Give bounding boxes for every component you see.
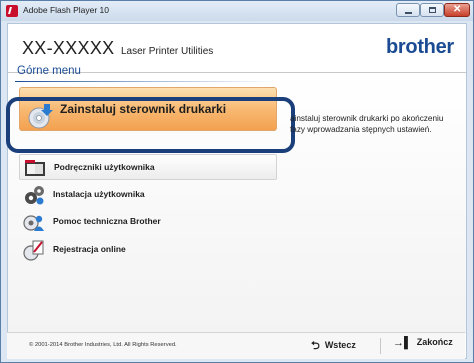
menu-item-manuals[interactable]: Podręczniki użytkownika <box>19 154 277 180</box>
gears-icon <box>25 186 44 205</box>
maximize-button[interactable] <box>420 3 444 17</box>
window-title: Adobe Flash Player 10 <box>23 5 109 15</box>
minimize-button[interactable] <box>396 3 420 17</box>
back-label: Wstecz <box>324 340 356 350</box>
back-arrow-icon: ⮌ <box>311 340 320 352</box>
app-window: Adobe Flash Player 10 XX-XXXXX Laser Pri… <box>0 0 474 363</box>
disc-install-icon <box>28 104 53 129</box>
footer-divider <box>380 338 381 354</box>
menu-item-label: Instalacja użytkownika <box>53 189 145 199</box>
footer: © 2001-2014 Brother Industries, Ltd. All… <box>7 332 465 359</box>
menu-item-user-install[interactable]: Instalacja użytkownika <box>19 182 277 208</box>
exit-label: Zakończ <box>416 337 453 347</box>
exit-door-icon: →▌ <box>393 337 412 349</box>
close-button[interactable] <box>444 3 470 17</box>
menu-title: Górne menu <box>17 65 81 77</box>
flash-app-icon <box>6 5 18 17</box>
brand-logo: brother <box>386 36 454 58</box>
registration-icon <box>23 240 44 261</box>
menu-item-label: Podręczniki użytkownika <box>54 162 155 172</box>
install-description: ainstaluj sterownik drukarki po akończen… <box>290 114 444 134</box>
exit-button[interactable]: →▌ Zakończ <box>393 337 453 355</box>
product-subtitle: Laser Printer Utilities <box>121 46 214 57</box>
menu-item-label: Rejestracja online <box>53 244 126 254</box>
back-button[interactable]: ⮌ Wstecz <box>311 337 356 355</box>
copyright-text: © 2001-2014 Brother Industries, Ltd. All… <box>29 342 177 348</box>
model-name: XX-XXXXX <box>22 38 115 58</box>
menu-item-label: Pomoc techniczna Brother <box>53 216 161 226</box>
install-driver-label: Zainstaluj sterownik drukarki <box>60 102 227 116</box>
install-driver-button[interactable]: Zainstaluj sterownik drukarki <box>19 87 277 131</box>
menu-item-support[interactable]: Pomoc techniczna Brother <box>19 209 277 235</box>
menu-item-registration[interactable]: Rejestracja online <box>19 237 277 263</box>
manual-icon <box>25 160 45 176</box>
title-bar[interactable]: Adobe Flash Player 10 <box>1 1 473 21</box>
support-icon <box>23 215 44 231</box>
menu-title-underline <box>15 81 277 82</box>
